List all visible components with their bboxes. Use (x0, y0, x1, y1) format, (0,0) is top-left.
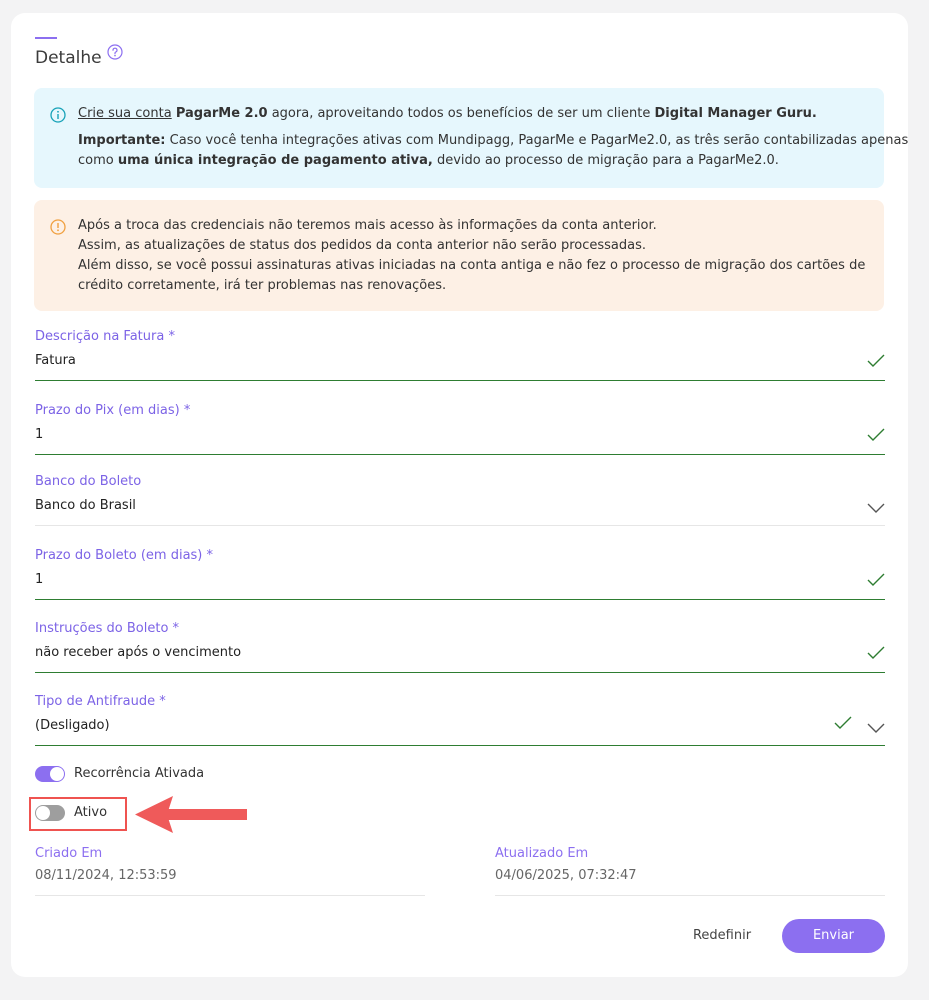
instrucoes-boleto-input[interactable]: não receber após o vencimento (35, 645, 241, 660)
warning-line: crédito corretamente, irá ter problemas … (78, 278, 447, 293)
criado-em-label: Criado Em (35, 846, 103, 861)
chevron-down-icon[interactable] (867, 502, 885, 514)
warning-line: Após a troca das credenciais não teremos… (78, 218, 657, 233)
prazo-boleto-input[interactable]: 1 (35, 572, 43, 587)
reset-button[interactable]: Redefinir (682, 920, 762, 952)
info-alert-line-2: Importante: Caso você tenha integrações … (78, 131, 908, 151)
descricao-fatura-input[interactable]: Fatura (35, 353, 76, 368)
chevron-down-icon[interactable] (867, 722, 885, 734)
brand-guru: Digital Manager Guru. (654, 106, 817, 121)
banco-boleto-select[interactable]: Banco do Boleto Banco do Brasil (35, 474, 885, 526)
criado-em: Criado Em 08/11/2024, 12:53:59 (35, 846, 425, 896)
tipo-antifraude-value[interactable]: (Desligado) (35, 718, 110, 733)
prazo-boleto-field[interactable]: Prazo do Boleto (em dias) * 1 (35, 548, 885, 600)
warning-line: Além disso, se você possui assinaturas a… (78, 258, 866, 273)
title-accent-line (35, 37, 57, 39)
line3-bold: uma única integração de pagamento ativa, (117, 153, 433, 168)
atualizado-em: Atualizado Em 04/06/2025, 07:32:47 (495, 846, 885, 896)
instrucoes-boleto-field[interactable]: Instruções do Boleto * não receber após … (35, 621, 885, 673)
warning-alert: Após a troca das credenciais não teremos… (34, 200, 884, 311)
create-account-link[interactable]: Crie sua conta (78, 106, 172, 121)
info-alert-line-3: como uma única integração de pagamento a… (78, 151, 779, 171)
field-label: Prazo do Pix (em dias) * (35, 403, 191, 418)
line3-suffix: devido ao processo de migração para a Pa… (432, 153, 779, 168)
recorrencia-label: Recorrência Ativada (74, 766, 205, 781)
help-icon[interactable] (107, 44, 123, 60)
field-label: Descrição na Fatura * (35, 329, 175, 344)
atualizado-em-label: Atualizado Em (495, 846, 589, 861)
field-label: Prazo do Boleto (em dias) * (35, 548, 214, 563)
important-label: Importante: (78, 133, 166, 148)
important-text: Caso você tenha integrações ativas com M… (165, 133, 909, 148)
info-icon (50, 107, 66, 123)
info-text: agora, aproveitando todos os benefícios … (267, 106, 655, 121)
recorrencia-toggle[interactable] (35, 766, 65, 782)
toggle-knob (50, 767, 64, 781)
check-icon (867, 646, 885, 659)
info-alert-line-1: Crie sua conta PagarMe 2.0 agora, aprove… (78, 104, 817, 124)
annotation-arrow-icon (135, 796, 247, 833)
tipo-antifraude-select[interactable]: Tipo de Antifraude * (Desligado) (35, 694, 885, 746)
annotation-highlight-box (29, 797, 127, 831)
atualizado-em-value: 04/06/2025, 07:32:47 (495, 868, 637, 883)
brand-pagarme: PagarMe 2.0 (175, 106, 268, 121)
check-icon (867, 428, 885, 441)
check-icon (834, 716, 852, 729)
prazo-pix-field[interactable]: Prazo do Pix (em dias) * 1 (35, 403, 885, 455)
info-alert: Crie sua conta PagarMe 2.0 agora, aprove… (34, 88, 908, 188)
field-label: Tipo de Antifraude * (35, 694, 166, 709)
check-icon (867, 354, 885, 367)
submit-button[interactable]: Enviar (782, 919, 885, 953)
criado-em-value: 08/11/2024, 12:53:59 (35, 868, 177, 883)
banco-boleto-value[interactable]: Banco do Brasil (35, 498, 136, 513)
field-label: Banco do Boleto (35, 474, 142, 489)
line3-prefix: como (78, 153, 118, 168)
field-label: Instruções do Boleto * (35, 621, 180, 636)
page-title: Detalhe (35, 48, 102, 68)
descricao-fatura-field[interactable]: Descrição na Fatura * Fatura (35, 329, 885, 381)
prazo-pix-input[interactable]: 1 (35, 427, 43, 442)
warning-line: Assim, as atualizações de status dos ped… (78, 238, 647, 253)
warning-icon (50, 219, 66, 235)
check-icon (867, 573, 885, 586)
